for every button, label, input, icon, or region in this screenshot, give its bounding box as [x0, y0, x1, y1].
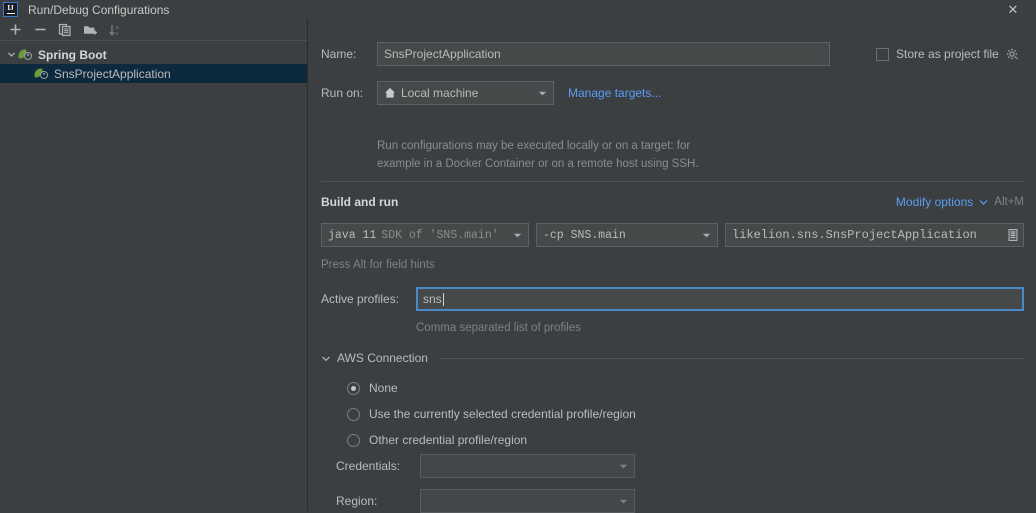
- tree-item-snsprojectapplication[interactable]: SnsProjectApplication: [0, 64, 307, 83]
- radio-use-current-profile[interactable]: [347, 407, 360, 421]
- chevron-down-icon[interactable]: [535, 90, 549, 97]
- aws-option-other-profile[interactable]: Other credential profile/region: [347, 427, 636, 453]
- aws-option-use-current-profile[interactable]: Use the currently selected credential pr…: [347, 401, 636, 427]
- main-class-field[interactable]: likelion.sns.SnsProjectApplication: [725, 223, 1024, 247]
- aws-option-label: Use the currently selected credential pr…: [369, 407, 636, 421]
- aws-connection-header[interactable]: AWS Connection: [321, 351, 1024, 365]
- field-hints-note: Press Alt for field hints: [321, 259, 435, 271]
- aws-option-label: Other credential profile/region: [369, 433, 528, 447]
- aws-option-none[interactable]: None: [347, 375, 636, 401]
- svg-text:z: z: [115, 31, 118, 37]
- chevron-down-icon[interactable]: [616, 463, 630, 470]
- text-caret: [442, 292, 444, 306]
- classpath-combobox[interactable]: -cp SNS.main: [536, 223, 718, 247]
- classpath-value: -cp SNS.main: [543, 228, 626, 242]
- build-and-run-title: Build and run: [321, 195, 399, 209]
- section-divider: [321, 181, 1024, 182]
- radio-other-profile[interactable]: [347, 433, 360, 447]
- active-profiles-label: Active profiles:: [321, 292, 400, 306]
- jdk-combobox[interactable]: java 11 SDK of 'SNS.main': [321, 223, 529, 247]
- window-titlebar: IJ Run/Debug Configurations ✕: [0, 0, 1036, 19]
- window-title: Run/Debug Configurations: [28, 2, 170, 17]
- modify-options-group: Modify options Alt+M: [896, 195, 1024, 209]
- active-profiles-row: Active profiles: sns: [321, 287, 1024, 311]
- run-on-combobox[interactable]: Local machine: [377, 81, 554, 105]
- name-label: Name:: [321, 47, 357, 61]
- modify-options-link[interactable]: Modify options: [896, 195, 973, 209]
- intellij-logo-icon: IJ: [3, 2, 18, 17]
- main-class-value: likelion.sns.SnsProjectApplication: [732, 228, 977, 242]
- active-profiles-value: sns: [423, 292, 442, 306]
- active-profiles-note: Comma separated list of profiles: [416, 322, 581, 334]
- manage-targets-link[interactable]: Manage targets...: [568, 86, 661, 100]
- remove-configuration-button[interactable]: [29, 20, 51, 40]
- build-run-fields-row: java 11 SDK of 'SNS.main' -cp SNS.main l…: [321, 223, 1024, 247]
- sort-configurations-button[interactable]: a z: [104, 20, 126, 40]
- tree-item-spring-boot[interactable]: Spring Boot: [0, 45, 307, 64]
- tree-item-label: Spring Boot: [38, 47, 107, 62]
- new-folder-button[interactable]: [79, 20, 101, 40]
- run-on-description: Run configurations may be executed local…: [377, 137, 699, 173]
- run-on-label: Run on:: [321, 86, 364, 100]
- store-as-project-file-checkbox[interactable]: [876, 47, 889, 61]
- region-row: Region:: [336, 489, 635, 513]
- name-input[interactable]: SnsProjectApplication: [377, 42, 830, 66]
- credentials-row: Credentials:: [336, 454, 635, 478]
- jdk-suffix: SDK of 'SNS.main': [381, 228, 499, 242]
- configurations-tree: Spring Boot SnsProjectApplication: [0, 41, 307, 83]
- configurations-sidebar: a z Spring Boot SnsProjectApplication: [0, 19, 308, 511]
- aws-connection-title: AWS Connection: [337, 351, 428, 365]
- copy-configuration-button[interactable]: [54, 20, 76, 40]
- run-on-description-line-1: Run configurations may be executed local…: [377, 140, 691, 152]
- build-and-run-header: Build and run Modify options Alt+M: [321, 195, 1024, 209]
- configuration-editor-panel: Name: SnsProjectApplication Store as pro…: [309, 19, 1036, 513]
- tree-item-label: SnsProjectApplication: [54, 66, 171, 81]
- chevron-down-icon[interactable]: [699, 232, 713, 239]
- modify-options-shortcut: Alt+M: [994, 196, 1024, 208]
- store-as-project-file-row[interactable]: Store as project file: [876, 47, 1019, 61]
- run-on-value: Local machine: [401, 86, 479, 100]
- chevron-down-icon[interactable]: [4, 50, 18, 59]
- chevron-down-icon[interactable]: [979, 199, 988, 206]
- gear-icon[interactable]: [1006, 48, 1019, 61]
- jdk-prefix: java 11: [328, 228, 377, 242]
- credentials-label: Credentials:: [336, 459, 401, 473]
- intellij-logo-text: IJ: [7, 4, 14, 12]
- active-profiles-input[interactable]: sns: [416, 287, 1024, 311]
- credentials-combobox[interactable]: [420, 454, 635, 478]
- spring-boot-icon: [17, 48, 34, 62]
- region-label: Region:: [336, 494, 378, 508]
- browse-list-icon[interactable]: [1005, 227, 1021, 243]
- spring-boot-icon: [33, 67, 50, 81]
- chevron-down-icon[interactable]: [616, 498, 630, 505]
- close-window-button[interactable]: ✕: [990, 0, 1036, 19]
- aws-section-divider: [439, 357, 1024, 359]
- home-icon: [384, 87, 396, 99]
- aws-option-label: None: [369, 381, 398, 395]
- aws-connection-options: None Use the currently selected credenti…: [347, 375, 636, 453]
- run-on-description-line-2: example in a Docker Container or on a re…: [377, 158, 699, 170]
- chevron-down-icon[interactable]: [510, 232, 524, 239]
- sidebar-toolbar: a z: [0, 19, 307, 41]
- chevron-down-icon[interactable]: [321, 354, 331, 363]
- radio-none[interactable]: [347, 381, 360, 395]
- region-combobox[interactable]: [420, 489, 635, 513]
- run-on-row: Run on: Local machine Manage targets...: [321, 81, 661, 105]
- add-configuration-button[interactable]: [4, 20, 26, 40]
- store-as-project-file-label: Store as project file: [896, 47, 999, 61]
- name-row: Name: SnsProjectApplication Store as pro…: [321, 42, 1024, 66]
